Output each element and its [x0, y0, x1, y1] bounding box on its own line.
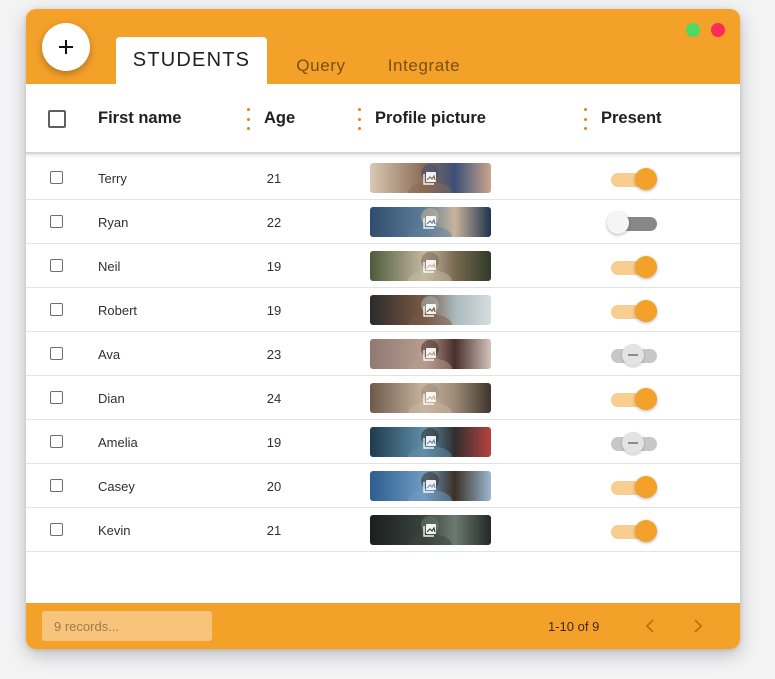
first-name-cell: Ryan: [98, 214, 129, 230]
column-resize-handle[interactable]: [246, 108, 250, 130]
row-checkbox[interactable]: [50, 259, 63, 272]
row-checkbox[interactable]: [50, 171, 63, 184]
toggle-knob: [607, 212, 629, 234]
profile-picture-thumbnail[interactable]: [370, 427, 491, 457]
age-cell: 19: [266, 258, 282, 274]
column-header-first-name[interactable]: First name: [98, 84, 181, 152]
age-cell: 22: [266, 214, 282, 230]
profile-picture-thumbnail[interactable]: [370, 163, 491, 193]
tab-students[interactable]: STUDENTS: [116, 37, 267, 84]
previous-page-button[interactable]: [640, 616, 660, 636]
profile-picture-thumbnail[interactable]: [370, 471, 491, 501]
table-row[interactable]: Neil 19: [26, 244, 740, 288]
select-all-checkbox[interactable]: [48, 110, 66, 128]
present-toggle[interactable]: [611, 476, 659, 498]
present-toggle[interactable]: [607, 212, 659, 234]
table-header: First name Age Profile picture Present: [26, 84, 740, 154]
table-row[interactable]: Robert 19: [26, 288, 740, 332]
window-close-button[interactable]: [711, 23, 725, 37]
age-cell: 19: [266, 302, 282, 318]
toggle-knob: [635, 520, 657, 542]
next-page-button[interactable]: [688, 616, 708, 636]
table-row[interactable]: Casey 20: [26, 464, 740, 508]
age-cell: 24: [266, 390, 282, 406]
age-cell: 23: [266, 346, 282, 362]
present-toggle[interactable]: [611, 520, 659, 542]
tab-query[interactable]: Query: [284, 42, 358, 89]
toggle-knob: [622, 432, 644, 454]
tab-integrate[interactable]: Integrate: [378, 42, 470, 89]
table-body: Terry 21 Ryan 22 Neil 19 Robert 19 Ava 23 Dian 24 Am…: [26, 156, 740, 552]
image-icon: [423, 480, 436, 493]
window-maximize-button[interactable]: [686, 23, 700, 37]
chevron-right-icon: [694, 619, 703, 633]
image-icon: [423, 172, 436, 185]
first-name-cell: Neil: [98, 258, 121, 274]
toggle-knob: [635, 256, 657, 278]
row-checkbox[interactable]: [50, 435, 63, 448]
profile-picture-thumbnail[interactable]: [370, 295, 491, 325]
image-icon: [423, 524, 436, 537]
toggle-knob: [635, 168, 657, 190]
present-toggle[interactable]: [611, 300, 659, 322]
image-icon: [423, 216, 436, 229]
column-header-age[interactable]: Age: [264, 84, 295, 152]
first-name-cell: Terry: [98, 170, 127, 186]
image-icon: [423, 436, 436, 449]
profile-picture-thumbnail[interactable]: [370, 207, 491, 237]
first-name-cell: Dian: [98, 390, 125, 406]
profile-picture-thumbnail[interactable]: [370, 251, 491, 281]
first-name-cell: Amelia: [98, 434, 138, 450]
image-icon: [423, 304, 436, 317]
image-icon: [423, 392, 436, 405]
present-toggle[interactable]: [611, 168, 659, 190]
chevron-left-icon: [645, 619, 654, 633]
table-row[interactable]: Ava 23: [26, 332, 740, 376]
table-footer: 1-10 of 9: [26, 603, 740, 649]
present-toggle[interactable]: [611, 344, 659, 366]
table-row[interactable]: Dian 24: [26, 376, 740, 420]
row-checkbox[interactable]: [50, 479, 63, 492]
first-name-cell: Kevin: [98, 522, 131, 538]
age-cell: 19: [266, 434, 282, 450]
profile-picture-thumbnail[interactable]: [370, 515, 491, 545]
age-cell: 20: [266, 478, 282, 494]
table-row[interactable]: Kevin 21: [26, 508, 740, 552]
age-cell: 21: [266, 522, 282, 538]
row-checkbox[interactable]: [50, 215, 63, 228]
toggle-knob: [635, 476, 657, 498]
toggle-knob: [635, 388, 657, 410]
add-student-button[interactable]: [42, 23, 90, 71]
row-checkbox[interactable]: [50, 303, 63, 316]
table-row[interactable]: Terry 21: [26, 156, 740, 200]
column-resize-handle[interactable]: [583, 108, 587, 130]
app-window: STUDENTS Query Integrate First name Age …: [26, 9, 740, 649]
toggle-knob: [622, 344, 644, 366]
present-toggle[interactable]: [611, 388, 659, 410]
age-cell: 21: [266, 170, 282, 186]
present-toggle[interactable]: [611, 256, 659, 278]
row-checkbox[interactable]: [50, 391, 63, 404]
first-name-cell: Robert: [98, 302, 138, 318]
row-checkbox[interactable]: [50, 523, 63, 536]
image-icon: [423, 260, 436, 273]
profile-picture-thumbnail[interactable]: [370, 383, 491, 413]
first-name-cell: Ava: [98, 346, 121, 362]
row-checkbox[interactable]: [50, 347, 63, 360]
column-header-present[interactable]: Present: [601, 84, 662, 152]
column-resize-handle[interactable]: [357, 108, 361, 130]
image-icon: [423, 348, 436, 361]
search-input[interactable]: [42, 611, 212, 641]
column-header-profile-picture[interactable]: Profile picture: [375, 84, 486, 152]
table-row[interactable]: Ryan 22: [26, 200, 740, 244]
pagination-label: 1-10 of 9: [548, 618, 600, 634]
present-toggle[interactable]: [611, 432, 659, 454]
toggle-knob: [635, 300, 657, 322]
first-name-cell: Casey: [98, 478, 135, 494]
table-row[interactable]: Amelia 19: [26, 420, 740, 464]
plus-icon: [59, 40, 73, 54]
profile-picture-thumbnail[interactable]: [370, 339, 491, 369]
top-bar: STUDENTS Query Integrate: [26, 9, 740, 84]
